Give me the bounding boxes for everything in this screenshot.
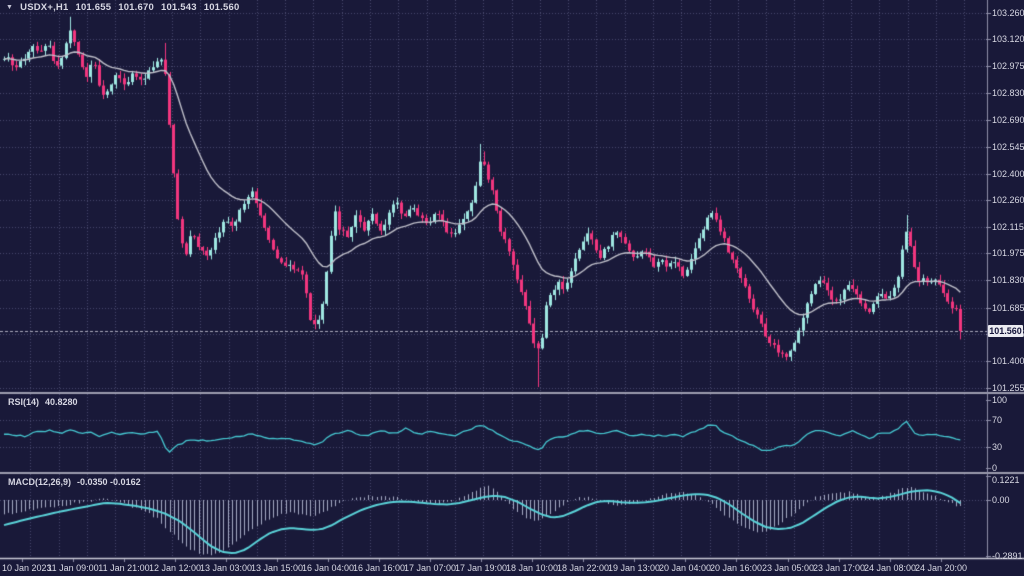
price-axis-label: 101.685 bbox=[992, 303, 1024, 313]
time-axis-label: 24 Jan 20:00 bbox=[915, 563, 967, 573]
quote-open: 101.655 bbox=[75, 2, 111, 13]
time-axis-label: 17 Jan 07:00 bbox=[404, 563, 456, 573]
quote-close: 101.560 bbox=[204, 2, 240, 13]
price-axis-label: 102.115 bbox=[992, 222, 1024, 232]
rsi-value: 40.8280 bbox=[45, 397, 78, 407]
price-axis-label: 101.830 bbox=[992, 275, 1024, 285]
symbol-period: USDX+,H1 bbox=[20, 2, 68, 13]
time-axis-label: 18 Jan 10:00 bbox=[506, 563, 558, 573]
price-axis-label: 102.690 bbox=[992, 115, 1024, 125]
time-axis-label: 23 Jan 17:00 bbox=[813, 563, 865, 573]
time-axis-label: 20 Jan 04:00 bbox=[659, 563, 711, 573]
symbol-quote-bar: ▼ USDX+,H1 101.655 101.670 101.543 101.5… bbox=[6, 2, 239, 13]
time-axis-label: 12 Jan 12:00 bbox=[149, 563, 201, 573]
macd-indicator-label: MACD(12,26,9) -0.0350 -0.0162 bbox=[8, 477, 141, 487]
rsi-axis-label: 70 bbox=[992, 415, 1002, 425]
time-axis-label: 20 Jan 16:00 bbox=[710, 563, 762, 573]
time-axis-label: 11 Jan 21:00 bbox=[98, 563, 149, 573]
time-axis-label: 23 Jan 05:00 bbox=[762, 563, 814, 573]
price-axis-label: 101.400 bbox=[992, 356, 1024, 366]
price-axis-label: 102.975 bbox=[992, 61, 1024, 71]
quote-high: 101.670 bbox=[118, 2, 154, 13]
time-axis-label: 18 Jan 22:00 bbox=[557, 563, 609, 573]
macd-axis-label: 0.1221 bbox=[992, 475, 1020, 485]
macd-axis-label: -0.2891 bbox=[992, 551, 1023, 561]
macd-axis-label: 0.00 bbox=[992, 495, 1010, 505]
time-axis-label: 16 Jan 04:00 bbox=[302, 563, 354, 573]
macd-values: -0.0350 -0.0162 bbox=[77, 477, 141, 487]
time-axis-label: 24 Jan 08:00 bbox=[864, 563, 916, 573]
price-axis-label: 102.545 bbox=[992, 142, 1024, 152]
price-axis-label: 102.260 bbox=[992, 195, 1024, 205]
time-axis-label: 10 Jan 2023 bbox=[2, 563, 52, 573]
time-axis-label: 16 Jan 16:00 bbox=[353, 563, 405, 573]
rsi-axis-label: 30 bbox=[992, 442, 1002, 452]
quote-low: 101.543 bbox=[161, 2, 197, 13]
macd-name: MACD(12,26,9) bbox=[8, 477, 71, 487]
time-axis-label: 11 Jan 09:00 bbox=[47, 563, 98, 573]
price-axis-label: 102.830 bbox=[992, 88, 1024, 98]
rsi-name: RSI(14) bbox=[8, 397, 39, 407]
rsi-axis-label: 0 bbox=[992, 463, 997, 473]
chart-canvas[interactable] bbox=[0, 0, 1024, 576]
time-axis-label: 13 Jan 03:00 bbox=[200, 563, 252, 573]
time-axis-label: 19 Jan 13:00 bbox=[608, 563, 660, 573]
price-axis-label: 101.975 bbox=[992, 248, 1024, 258]
current-price-label: 101.560 bbox=[988, 325, 1023, 337]
time-axis-label: 17 Jan 19:00 bbox=[455, 563, 507, 573]
rsi-axis-label: 100 bbox=[992, 395, 1007, 405]
rsi-indicator-label: RSI(14) 40.8280 bbox=[8, 397, 78, 407]
price-axis-label: 101.255 bbox=[992, 383, 1024, 393]
trading-chart-window: { "header": { "symbol_period": "USDX+,H1… bbox=[0, 0, 1024, 576]
price-axis-label: 103.260 bbox=[992, 8, 1024, 18]
price-axis-label: 103.120 bbox=[992, 34, 1024, 44]
chart-menu-icon[interactable]: ▼ bbox=[6, 4, 13, 11]
time-axis-label: 13 Jan 15:00 bbox=[251, 563, 303, 573]
price-axis-label: 102.400 bbox=[992, 169, 1024, 179]
